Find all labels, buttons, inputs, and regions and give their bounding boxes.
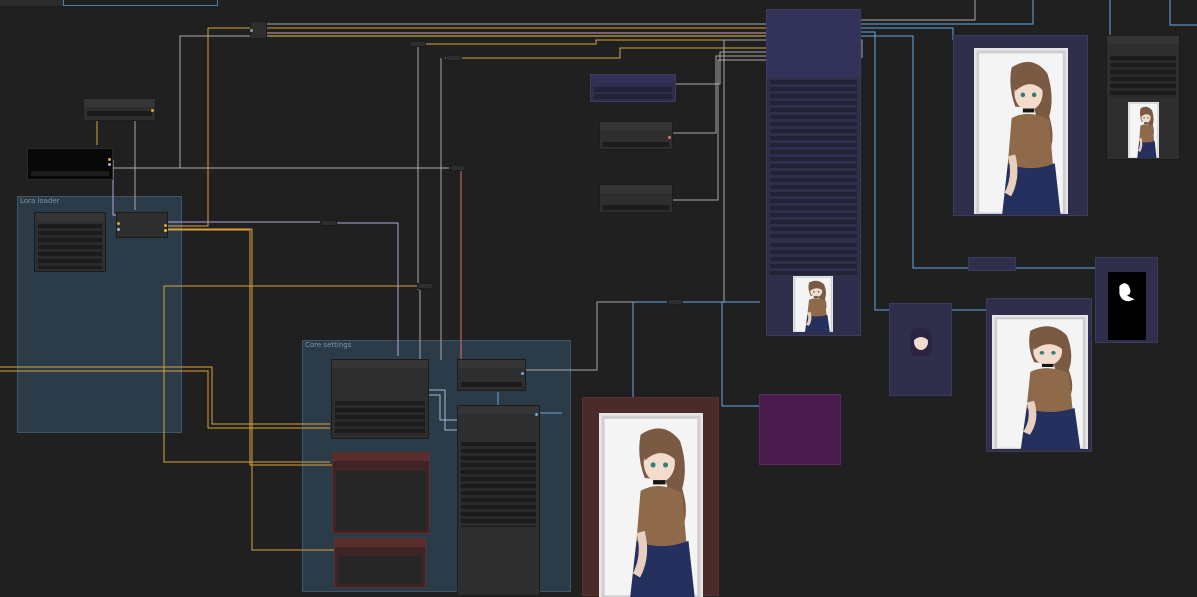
grey-node[interactable] (599, 121, 673, 150)
portrait-drawing (599, 413, 703, 597)
preview-widgets[interactable] (1110, 56, 1176, 98)
output-dot[interactable] (164, 229, 167, 232)
image-preview-node[interactable] (1106, 35, 1180, 160)
reroute-node[interactable] (446, 55, 462, 61)
face-shape (910, 327, 932, 356)
image-preview-node[interactable] (986, 298, 1092, 452)
reroute-node[interactable] (417, 283, 433, 289)
output-dot[interactable] (164, 224, 167, 227)
anime-girl-portrait-image (599, 413, 703, 597)
mask-preview-node[interactable] (1095, 257, 1158, 343)
primitive-node[interactable] (83, 98, 156, 121)
widget[interactable] (87, 111, 152, 116)
input-dot[interactable] (117, 228, 120, 231)
node-header[interactable] (458, 406, 539, 414)
node-header[interactable] (591, 75, 675, 83)
reroute-node[interactable] (410, 41, 426, 47)
widget[interactable] (594, 87, 672, 92)
mask-shape (1119, 283, 1135, 302)
anime-girl-portrait-image (992, 315, 1088, 449)
lora-stack-node[interactable] (34, 212, 106, 272)
prompt-textarea[interactable] (336, 471, 426, 530)
lora-apply-node[interactable] (116, 212, 168, 238)
reroute-node[interactable] (667, 299, 683, 305)
widget[interactable] (603, 205, 669, 210)
node-header[interactable] (35, 213, 105, 221)
settings-widgets[interactable] (461, 442, 536, 527)
vae-decode-node[interactable] (457, 359, 526, 391)
node-header[interactable] (458, 360, 525, 368)
sampler-widgets[interactable] (335, 401, 425, 436)
portrait-drawing (1128, 102, 1159, 158)
sampler-node[interactable] (331, 359, 429, 439)
settings-node[interactable] (457, 405, 540, 596)
output-dot[interactable] (108, 163, 111, 166)
node-header[interactable] (1107, 36, 1179, 44)
detailer-widgets-lower[interactable] (770, 243, 857, 276)
output-dot[interactable] (108, 158, 111, 161)
node-header[interactable] (600, 122, 672, 130)
detailer-node[interactable] (766, 9, 861, 336)
positive-prompt-node[interactable] (332, 452, 430, 534)
text-node[interactable] (27, 148, 113, 180)
portrait-drawing (793, 276, 833, 332)
widget[interactable] (603, 142, 669, 147)
face-crop-node[interactable] (889, 303, 952, 396)
anime-girl-portrait-image (974, 48, 1068, 214)
node-header[interactable] (333, 453, 429, 461)
reroute-node[interactable] (250, 21, 267, 39)
group-title: Lora loader (20, 197, 60, 205)
node-header[interactable] (332, 360, 428, 368)
node-title-area (767, 18, 860, 78)
input-dot[interactable] (250, 29, 253, 32)
prompt-textarea[interactable] (338, 556, 422, 584)
node-header[interactable] (84, 99, 155, 107)
anime-girl-portrait-image (1128, 102, 1159, 158)
image-preview-node[interactable] (582, 397, 719, 597)
reroute-node[interactable] (321, 220, 337, 226)
group-title: Core settings (305, 341, 352, 349)
negative-prompt-node[interactable] (334, 538, 426, 588)
text-widget[interactable] (31, 171, 109, 176)
node-header[interactable] (767, 10, 860, 18)
node-header[interactable] (335, 539, 425, 547)
node-header[interactable] (600, 185, 672, 193)
mask-silhouette-image (1108, 272, 1146, 340)
output-dot[interactable] (668, 136, 671, 139)
anime-girl-portrait-image (793, 276, 833, 332)
input-dot[interactable] (117, 222, 120, 225)
small-blue-node[interactable] (968, 257, 1016, 271)
portrait-drawing (992, 315, 1088, 449)
reroute-node[interactable] (449, 165, 465, 171)
top-toolbar-fragment (0, 0, 63, 6)
widget[interactable] (461, 382, 522, 387)
grey-node[interactable] (599, 184, 673, 213)
top-panel-fragment (63, 0, 218, 6)
output-dot[interactable] (535, 413, 538, 416)
blue-node[interactable] (590, 74, 676, 102)
face-crop-image (906, 326, 936, 360)
output-dot[interactable] (151, 109, 154, 112)
output-dot[interactable] (521, 372, 524, 375)
lora-list[interactable] (38, 224, 102, 269)
portrait-drawing (974, 48, 1068, 214)
detailer-widgets[interactable] (770, 80, 857, 240)
image-preview-node[interactable] (953, 35, 1088, 216)
widget[interactable] (594, 94, 672, 99)
empty-image-node[interactable] (759, 394, 841, 465)
